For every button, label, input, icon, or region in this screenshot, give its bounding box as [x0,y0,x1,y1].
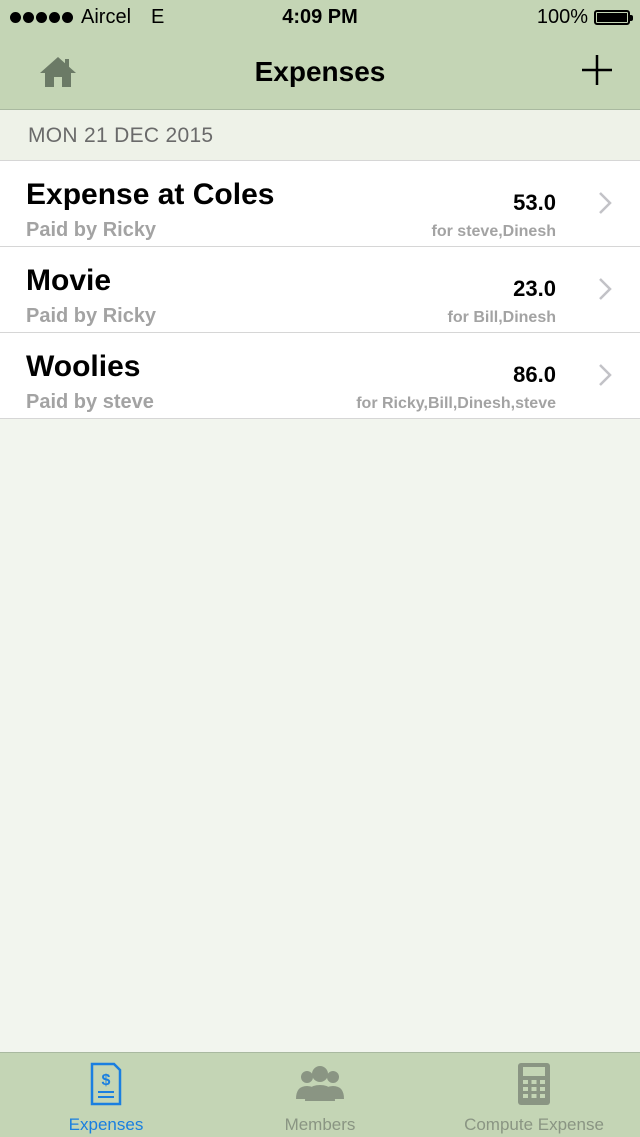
section-date: MON 21 DEC 2015 [28,124,214,147]
expense-for: for Bill,Dinesh [447,309,556,326]
battery-icon [594,10,633,25]
tab-compute-expense[interactable]: Compute Expense [428,1053,640,1137]
expense-row[interactable]: Movie Paid by Ricky 23.0 for Bill,Dinesh [0,246,640,332]
expense-for: for Ricky,Bill,Dinesh,steve [356,395,556,412]
tab-bar: $ Expenses Members Compute Expense [0,1052,640,1137]
expense-paid-by: Paid by Ricky [26,305,157,327]
page-title: Expenses [254,56,386,87]
expense-name: Expense at Coles [26,178,275,211]
battery-percent: 100% [536,6,588,28]
status-bar: Aircel E 4:09 PM 100% [0,0,640,36]
expense-row[interactable]: Woolies Paid by steve 86.0 for Ricky,Bil… [0,332,640,419]
expense-paid-by: Paid by steve [26,391,154,413]
plus-icon[interactable] [580,53,614,87]
chevron-right-icon [599,364,612,386]
date-section-header: MON 21 DEC 2015 [0,110,640,160]
tab-label: Expenses [68,1115,144,1134]
calculator-icon [518,1063,550,1105]
expense-row[interactable]: Expense at Coles Paid by Ricky 53.0 for … [0,160,640,246]
status-right: 100% [536,6,633,29]
tab-label: Compute Expense [464,1115,604,1134]
tab-expenses[interactable]: $ Expenses [0,1053,212,1137]
expense-name: Woolies [26,350,141,383]
expense-for: for steve,Dinesh [431,223,556,240]
expense-amount: 86.0 [513,362,556,387]
expense-amount: 53.0 [513,190,556,215]
expense-paid-by: Paid by Ricky [26,219,157,241]
svg-text:$: $ [102,1072,111,1089]
expense-name: Movie [26,264,112,297]
chevron-right-icon [599,192,612,214]
tab-label: Members [284,1115,356,1134]
tab-members[interactable]: Members [212,1053,428,1137]
expense-amount: 23.0 [513,276,556,301]
members-icon [296,1066,344,1101]
navigation-bar: Expenses [0,36,640,109]
top-bar: Aircel E 4:09 PM 100% Expenses [0,0,640,110]
expense-list: Expense at Coles Paid by Ricky 53.0 for … [0,160,640,419]
chevron-right-icon [599,278,612,300]
receipt-icon: $ [90,1062,122,1106]
